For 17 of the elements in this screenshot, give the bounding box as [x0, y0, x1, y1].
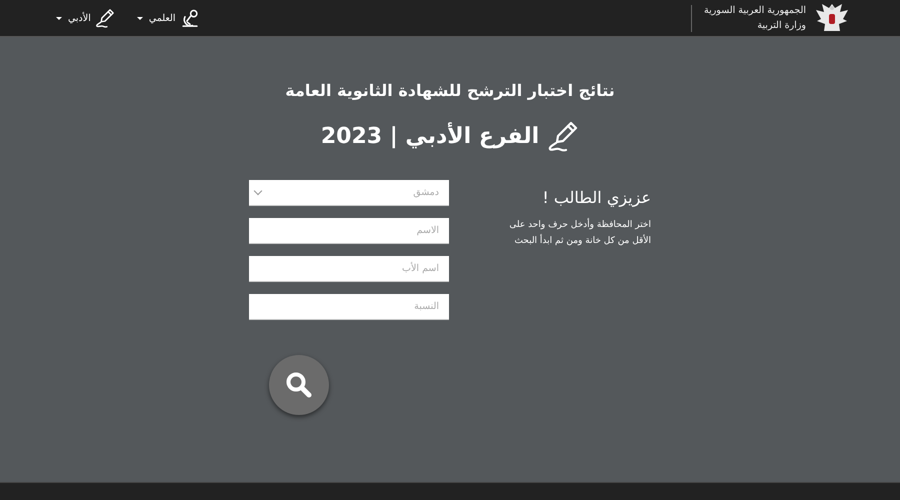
- governorate-select[interactable]: دمشق: [249, 180, 449, 206]
- greeting-heading: عزيزي الطالب !: [541, 188, 651, 207]
- country-name: الجمهورية العربية السورية: [704, 4, 806, 16]
- microscope-icon: [180, 8, 200, 28]
- input-field[interactable]: الاسم: [249, 218, 449, 244]
- search-button[interactable]: [269, 355, 329, 415]
- menu-item[interactable]: العلمي: [136, 8, 200, 28]
- page-title: نتائج اختبار الترشح للشهادة الثانوية العامة: [285, 81, 615, 100]
- pen-icon: [547, 120, 580, 152]
- ministry-name: وزارة التربية: [756, 20, 806, 32]
- input-field[interactable]: اسم الأب: [249, 256, 449, 282]
- search-icon: [284, 370, 314, 400]
- input-field[interactable]: النسبة: [249, 294, 449, 320]
- instructions-text: اختر المحافظة وأدخل حرف واحد على الأقل من كل خانة ومن ثم ابدأ البحث: [508, 217, 651, 248]
- branch-title: الفرع الأدبي | 2023: [320, 124, 540, 148]
- pen-icon: [94, 8, 115, 28]
- menu-item[interactable]: الأدبي: [56, 8, 115, 28]
